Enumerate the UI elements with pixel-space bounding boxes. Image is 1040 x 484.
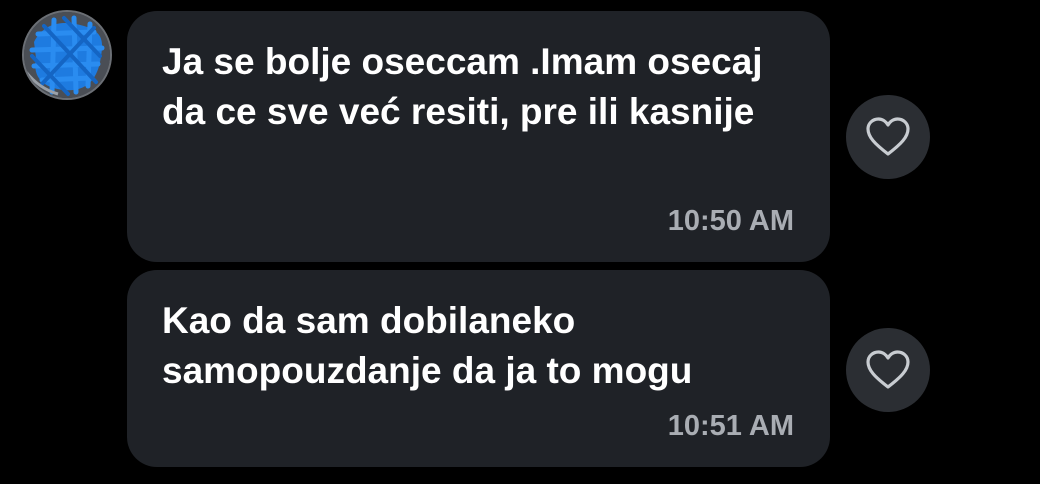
heart-outline-icon — [866, 117, 910, 156]
message-bubble[interactable]: Kao da sam dobilaneko samopouzdanje da j… — [127, 270, 830, 467]
chat-view: Ja se bolje oseccam .Imam osecaj da ce s… — [0, 0, 1040, 484]
redacted-avatar-icon — [24, 12, 110, 98]
message-bubble[interactable]: Ja se bolje oseccam .Imam osecaj da ce s… — [127, 11, 830, 262]
message-timestamp: 10:51 AM — [667, 410, 794, 442]
react-button[interactable] — [846, 328, 930, 412]
message-timestamp: 10:50 AM — [667, 205, 794, 237]
avatar[interactable] — [22, 10, 112, 100]
heart-outline-icon — [866, 350, 910, 389]
message-text: Ja se bolje oseccam .Imam osecaj da ce s… — [162, 41, 763, 132]
message-text: Kao da sam dobilaneko samopouzdanje da j… — [162, 300, 693, 391]
react-button[interactable] — [846, 95, 930, 179]
